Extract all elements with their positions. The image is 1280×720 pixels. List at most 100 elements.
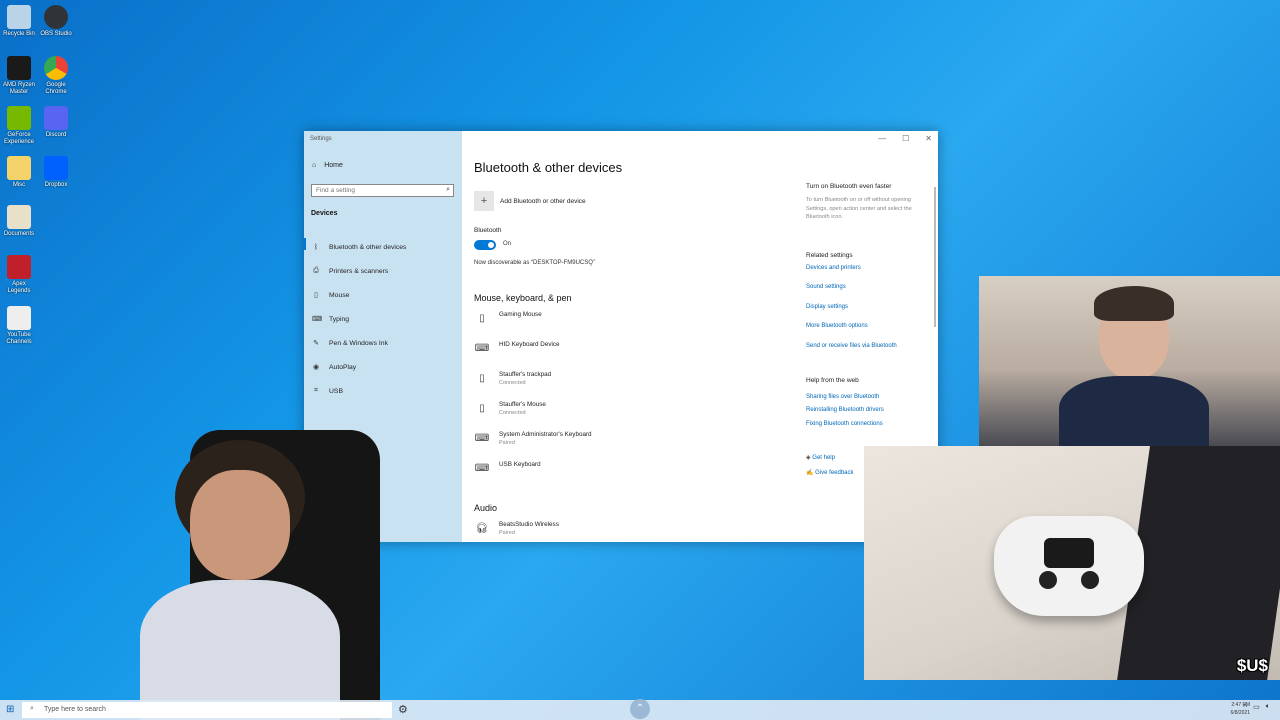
discord-icon [44,106,68,130]
keyboard-icon: ⌨ [312,316,323,323]
device-item[interactable]: ⌨ USB Keyboard [474,460,541,476]
link-devices-printers[interactable]: Devices and printers [806,265,861,271]
usb-icon: ⌗ [314,387,318,394]
link-reinstalling-drivers[interactable]: Reinstalling Bluetooth drivers [806,407,884,413]
desktop-icon-ryzen[interactable]: AMD Ryzen Master [1,56,37,96]
desktop-icon-geforce[interactable]: GeForce Experience [1,106,37,146]
jersey-shape [140,580,340,720]
sidebar-item-mouse[interactable]: ▯ Mouse [304,283,462,307]
home-icon: ⌂ [312,162,317,169]
add-device-button[interactable]: + Add Bluetooth or other device [474,191,586,211]
device-item[interactable]: ⌨ HID Keyboard Device [474,340,560,356]
sidebar-item-bluetooth[interactable]: ᛒ Bluetooth & other devices [304,235,462,259]
link-fixing-connections[interactable]: Fixing Bluetooth connections [806,421,883,427]
desktop-icon-apex[interactable]: Apex Legends [1,255,37,295]
desktop-icon-obs[interactable]: OBS Studio [38,5,74,38]
sidebar-item-label: Bluetooth & other devices [329,243,407,251]
sidebar-nav: ᛒ Bluetooth & other devices ⎙ Printers & s… [304,235,462,403]
device-status: Connected [499,380,526,386]
link-send-receive[interactable]: Send or receive files via Bluetooth [806,343,897,349]
give-feedback-link[interactable]: ✍ Give feedback [806,469,854,476]
device-name: System Administrator's Keyboard [499,431,592,438]
sidebar-item-label: Mouse [329,291,350,299]
windows-start-icon[interactable]: ⊞ [6,704,14,715]
scrollbar[interactable] [934,187,936,327]
dropbox-icon [44,156,68,180]
search-placeholder: Find a setting [316,187,356,194]
clock-time: 2:47 PM [1231,702,1250,708]
device-item[interactable]: 🎧︎ BeatsStudio Wireless Paired [474,520,559,537]
desktop-icon-discord[interactable]: Discord [38,106,74,139]
bluetooth-icon: ᛒ [313,243,319,251]
mouse-keyboard-pen-heading: Mouse, keyboard, & pen [474,293,572,303]
desktop-icon-recycle-bin[interactable]: Recycle Bin [1,5,37,38]
clock-date: 6/8/2021 [1230,710,1250,716]
ryzen-icon [7,56,31,80]
webcam-guest [0,430,420,720]
settings-gear-icon[interactable]: ⚙ [398,703,408,716]
sidebar-item-typing[interactable]: ⌨ Typing [304,307,462,331]
device-status: Paired [499,530,515,536]
sidebar-item-pen[interactable]: ✎ Pen & Windows Ink [304,331,462,355]
device-item[interactable]: ▯ Stauffer's Mouse Connected [474,400,546,417]
device-item[interactable]: ▯ Stauffer's trackpad Connected [474,370,551,387]
audio-heading: Audio [474,503,498,513]
webcam-controller [864,446,1280,680]
sidebar-item-label: Pen & Windows Ink [329,339,388,347]
device-name: Stauffer's trackpad [499,371,552,378]
sidebar-item-printers[interactable]: ⎙ Printers & scanners [304,259,462,283]
desktop-icon-misc[interactable]: Misc [1,156,37,189]
volume-icon[interactable]: 🔈︎ [1266,703,1270,711]
plus-icon: + [474,191,494,211]
link-more-bluetooth[interactable]: More Bluetooth options [806,323,868,329]
sidebar-item-autoplay[interactable]: ◉ AutoPlay [304,355,462,379]
desktop-icon-dropbox[interactable]: Dropbox [38,156,74,189]
mouse-icon: ▯ [314,292,318,299]
device-name: Gaming Mouse [499,311,542,318]
keyboard-icon: ⌨ [474,432,490,444]
shirt-shape [1059,376,1209,446]
link-display-settings[interactable]: Display settings [806,304,848,310]
settings-search-input[interactable]: Find a setting ⌕ [311,184,454,197]
desktop-icon-chrome[interactable]: Google Chrome [38,56,74,96]
feedback-icon: ✍ [806,470,814,476]
page-title: Bluetooth & other devices [474,160,623,175]
documents-icon [7,205,31,229]
link-sharing-files[interactable]: Sharing files over Bluetooth [806,394,879,400]
desktop-icon-documents[interactable]: Documents [1,205,37,238]
bluetooth-toggle[interactable] [474,240,496,250]
device-name: Stauffer's Mouse [499,401,546,408]
pen-icon: ✎ [313,340,319,347]
sidebar-item-label: Printers & scanners [329,267,389,275]
search-icon: ⌕ [446,186,450,193]
recycle-bin-icon [7,5,31,29]
web-heading: Help from the web [806,377,859,384]
sidebar-section-title: Devices [311,210,338,217]
link-sound-settings[interactable]: Sound settings [806,284,846,290]
get-help-label: Get help [812,455,835,461]
faster-text: To turn Bluetooth on or off without open… [806,197,912,220]
scroll-up-icon[interactable]: ⌃ [630,699,650,719]
hair-shape [1094,286,1174,321]
sidebar-item-label: AutoPlay [329,363,357,371]
face-shape [190,470,290,580]
controller-shape [994,516,1144,616]
sidebar-item-label: Typing [329,315,350,323]
get-help-link[interactable]: ◈ Get help [806,454,835,461]
related-heading: Related settings [806,252,853,259]
taskbar-clock[interactable]: 2:47 PM 6/8/2021 [1231,701,1250,717]
controller-center [1044,538,1094,568]
desktop-icon-youtube[interactable]: YouTube Channels [1,306,37,346]
sidebar-item-usb[interactable]: ⌗ USB [304,379,462,403]
network-icon[interactable]: ▭ [1253,703,1260,711]
keyboard-icon: ⌨ [474,462,490,474]
keyboard-icon: ⌨ [474,342,490,354]
sidebar-home[interactable]: ⌂ Home [312,162,343,169]
device-item[interactable]: ⌨ System Administrator's Keyboard Paired [474,430,592,447]
device-item[interactable]: ▯ Gaming Mouse [474,310,542,326]
printer-icon: ⎙ [313,267,319,274]
device-name: USB Keyboard [499,461,541,468]
add-device-label: Add Bluetooth or other device [500,197,586,205]
apex-icon [7,255,31,279]
taskbar-search-input[interactable]: ⌕ Type here to search [22,702,392,718]
